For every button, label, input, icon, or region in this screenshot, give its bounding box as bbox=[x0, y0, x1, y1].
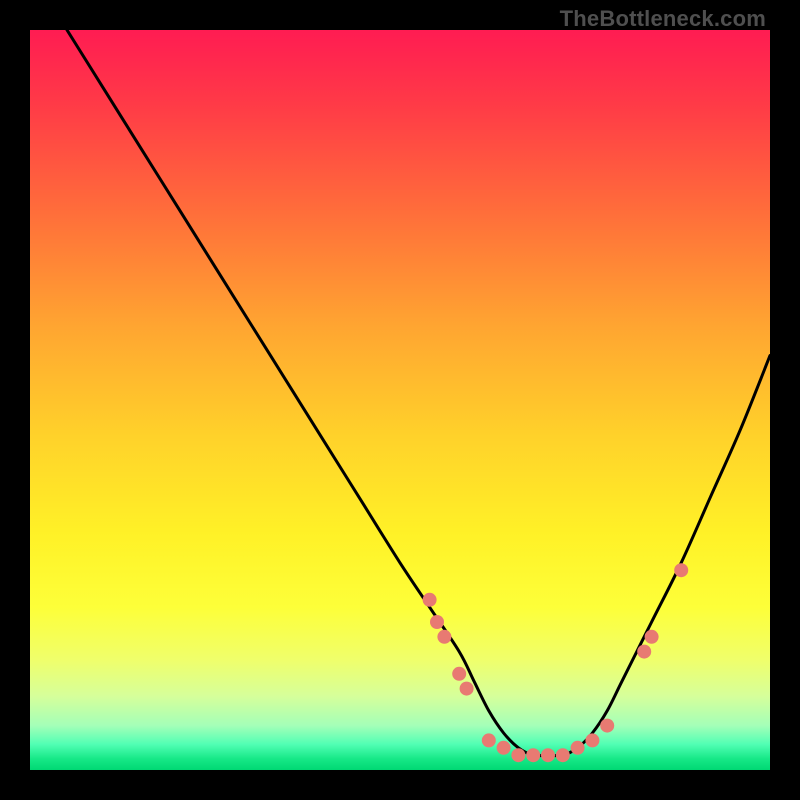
marker-point bbox=[437, 630, 451, 644]
marker-point bbox=[423, 593, 437, 607]
marker-point bbox=[526, 748, 540, 762]
marker-point bbox=[460, 682, 474, 696]
marker-point bbox=[645, 630, 659, 644]
highlight-markers bbox=[423, 563, 689, 762]
marker-point bbox=[600, 719, 614, 733]
marker-point bbox=[585, 733, 599, 747]
chart-svg bbox=[30, 30, 770, 770]
marker-point bbox=[497, 741, 511, 755]
plot-area bbox=[30, 30, 770, 770]
marker-point bbox=[674, 563, 688, 577]
marker-point bbox=[637, 645, 651, 659]
chart-frame bbox=[30, 30, 770, 770]
bottleneck-curve bbox=[67, 30, 770, 756]
marker-point bbox=[571, 741, 585, 755]
watermark-text: TheBottleneck.com bbox=[560, 6, 766, 32]
marker-point bbox=[511, 748, 525, 762]
marker-point bbox=[452, 667, 466, 681]
marker-point bbox=[430, 615, 444, 629]
marker-point bbox=[482, 733, 496, 747]
marker-point bbox=[541, 748, 555, 762]
marker-point bbox=[556, 748, 570, 762]
